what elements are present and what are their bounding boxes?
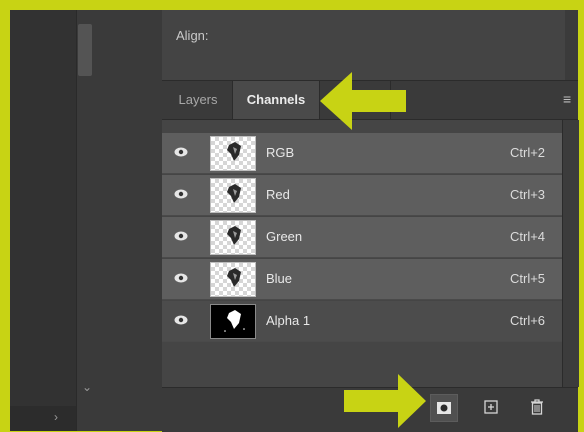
channel-shortcut: Ctrl+4 bbox=[510, 229, 546, 244]
channel-name: Green bbox=[266, 229, 303, 244]
save-selection-as-channel-button[interactable] bbox=[430, 394, 458, 422]
channel-row-rgb[interactable]: RGB Ctrl+2 bbox=[162, 133, 562, 174]
trash-icon bbox=[531, 399, 543, 415]
annotation-arrow-channels-tab bbox=[320, 72, 406, 130]
align-label: Align: bbox=[176, 28, 209, 43]
channel-thumbnail bbox=[210, 178, 256, 213]
tab-channels[interactable]: Channels bbox=[232, 81, 320, 119]
eye-icon[interactable] bbox=[174, 231, 188, 241]
channel-row-green[interactable]: Green Ctrl+4 bbox=[162, 217, 562, 258]
channel-thumbnail bbox=[210, 304, 256, 339]
annotation-arrow-save-selection-button bbox=[344, 374, 426, 428]
delete-channel-button[interactable] bbox=[524, 394, 550, 420]
channel-thumbnail bbox=[210, 262, 256, 297]
new-channel-icon bbox=[484, 400, 498, 414]
channel-row-blue[interactable]: Blue Ctrl+5 bbox=[162, 259, 562, 300]
left-panel bbox=[10, 10, 76, 431]
channel-shortcut: Ctrl+5 bbox=[510, 271, 546, 286]
channel-name: RGB bbox=[266, 145, 295, 160]
channel-name: Red bbox=[266, 187, 290, 202]
left-panel-scroll-thumb[interactable] bbox=[78, 24, 92, 76]
eye-icon[interactable] bbox=[174, 273, 188, 283]
chevron-right-icon[interactable]: › bbox=[54, 410, 58, 424]
channel-name: Alpha 1 bbox=[266, 313, 311, 328]
chevron-down-icon[interactable]: ⌄ bbox=[82, 380, 92, 394]
secondary-panel-column bbox=[98, 10, 163, 431]
new-channel-button[interactable] bbox=[478, 394, 504, 420]
save-selection-as-channel-icon bbox=[437, 402, 451, 414]
eye-icon[interactable] bbox=[174, 315, 188, 325]
properties-scrollbar[interactable] bbox=[565, 10, 578, 80]
channel-row-red[interactable]: Red Ctrl+3 bbox=[162, 175, 562, 216]
panel-menu-icon[interactable]: ≡ bbox=[563, 91, 571, 107]
channel-shortcut: Ctrl+6 bbox=[510, 313, 546, 328]
channel-thumbnail bbox=[210, 220, 256, 255]
channel-row-alpha-1[interactable]: Alpha 1 Ctrl+6 bbox=[162, 301, 562, 342]
channel-name: Blue bbox=[266, 271, 293, 286]
eye-icon[interactable] bbox=[174, 147, 188, 157]
channel-shortcut: Ctrl+3 bbox=[510, 187, 546, 202]
channels-list-scrollbar[interactable] bbox=[562, 120, 579, 387]
tab-layers[interactable]: Layers bbox=[166, 81, 230, 119]
channel-thumbnail bbox=[210, 136, 256, 171]
channel-shortcut: Ctrl+2 bbox=[510, 145, 546, 160]
eye-icon[interactable] bbox=[174, 189, 188, 199]
